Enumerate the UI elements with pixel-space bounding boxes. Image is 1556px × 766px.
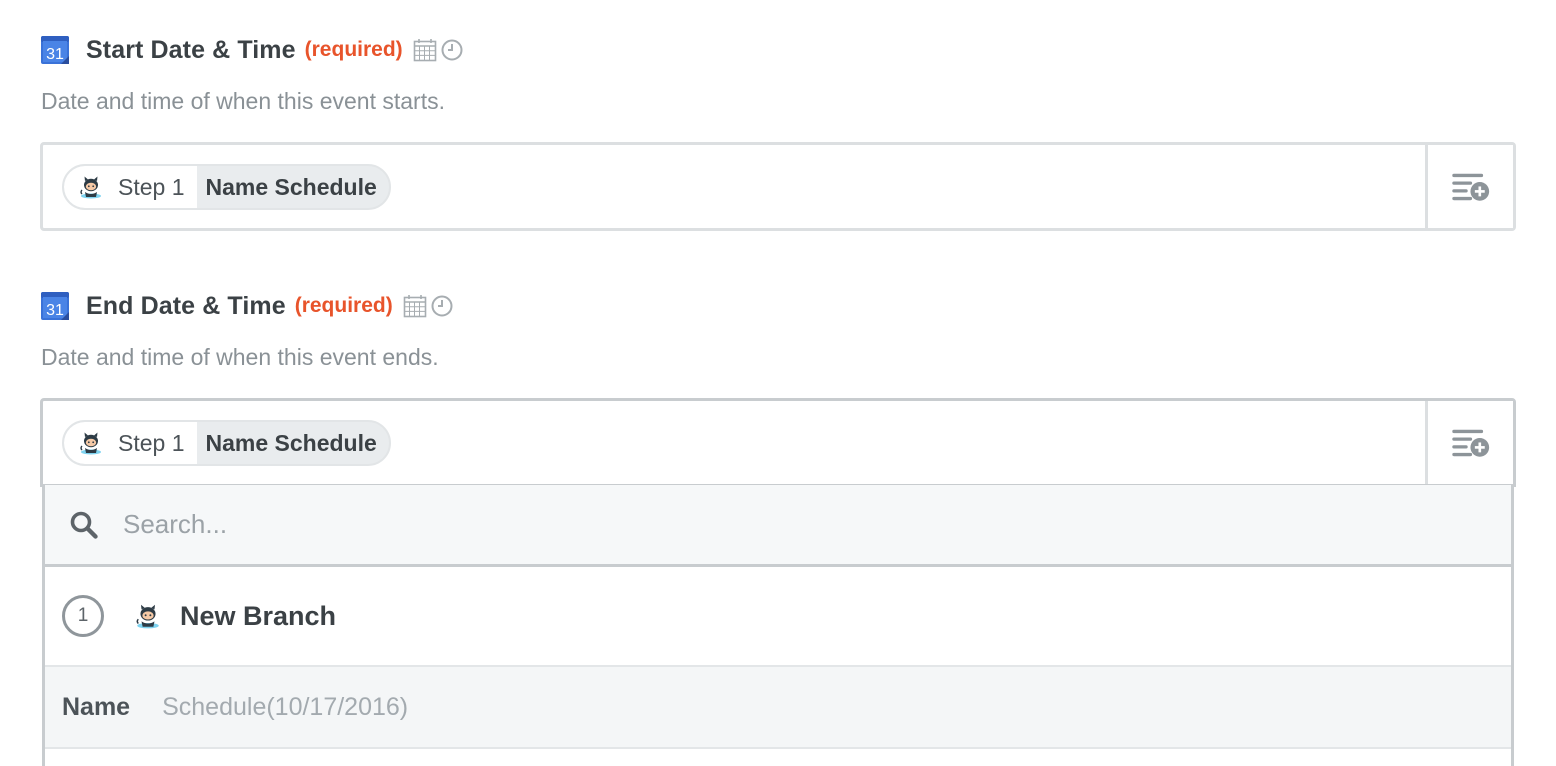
insert-field-icon: [1449, 165, 1493, 209]
step-group-header[interactable]: 1 New Branch: [45, 567, 1511, 667]
insert-field-button[interactable]: [1425, 145, 1513, 228]
field-option-key: Name: [62, 692, 131, 721]
field-picker-dropdown: 1 New Branch Name Schedule(10/17/2016): [42, 485, 1514, 766]
token-step-label: Step 1: [118, 173, 185, 200]
token-value: Name Schedule: [205, 429, 377, 456]
token-step: Step 1: [64, 166, 197, 208]
field-option-row[interactable]: Name Schedule(10/17/2016): [45, 667, 1511, 749]
required-marker: (required): [294, 294, 393, 317]
end-field-description: Date and time of when this event ends.: [41, 344, 439, 370]
github-octocat-icon: [134, 602, 162, 630]
search-icon: [70, 511, 98, 539]
google-calendar-icon: [40, 291, 70, 321]
end-date-input-area[interactable]: Step 1 Name Schedule: [43, 401, 1425, 484]
google-calendar-icon: [40, 35, 70, 65]
field-token[interactable]: Step 1 Name Schedule: [62, 420, 391, 466]
step-number-badge: 1: [62, 595, 104, 637]
token-step-label: Step 1: [118, 429, 185, 456]
start-date-input-area[interactable]: Step 1 Name Schedule: [43, 145, 1425, 228]
start-date-input[interactable]: Step 1 Name Schedule: [40, 142, 1516, 231]
token-step: Step 1: [64, 422, 197, 464]
clock-icon: [430, 294, 454, 318]
end-date-input[interactable]: Step 1 Name Schedule: [40, 398, 1516, 487]
github-octocat-icon: [78, 174, 104, 200]
insert-field-icon: [1449, 421, 1493, 465]
search-input[interactable]: [123, 509, 1423, 540]
github-octocat-icon: [78, 430, 104, 456]
token-value: Name Schedule: [205, 173, 377, 200]
dropdown-search: [45, 485, 1511, 567]
field-option-value: Schedule(10/17/2016): [162, 692, 409, 721]
calendar-icon: [403, 294, 427, 318]
calendar-icon: [413, 38, 437, 62]
required-marker: (required): [304, 38, 403, 61]
start-field-description: Date and time of when this event starts.: [41, 88, 445, 114]
clock-icon: [440, 38, 464, 62]
insert-field-button[interactable]: [1425, 401, 1513, 484]
end-field-label: End Date & Time: [86, 291, 286, 320]
start-field-header: Start Date & Time (required): [40, 33, 464, 67]
end-field-header: End Date & Time (required): [40, 289, 454, 323]
field-token[interactable]: Step 1 Name Schedule: [62, 164, 391, 210]
date-time-type-icons: [403, 294, 454, 318]
date-time-type-icons: [413, 38, 464, 62]
start-field-label: Start Date & Time: [86, 35, 296, 64]
step-title: New Branch: [180, 600, 337, 631]
